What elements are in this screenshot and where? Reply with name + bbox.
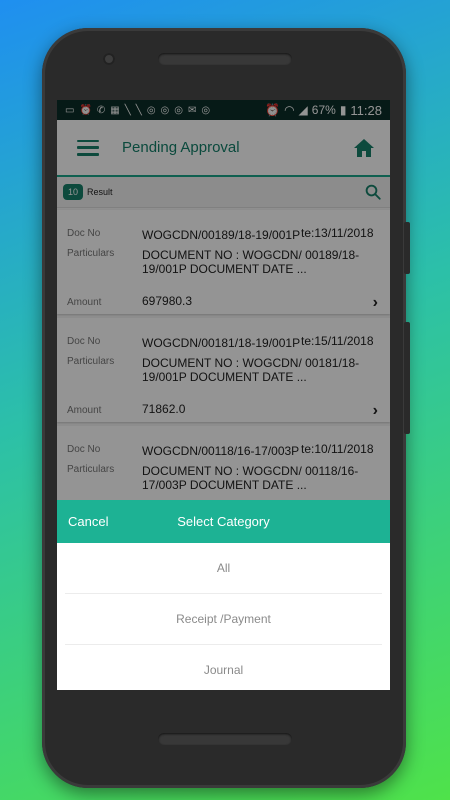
category-sheet: Select Category Cancel All Receipt /Paym… — [57, 500, 390, 690]
cancel-button[interactable]: Cancel — [68, 514, 108, 529]
category-option-all[interactable]: All — [65, 543, 382, 594]
category-option-receipt-payment[interactable]: Receipt /Payment — [65, 594, 382, 645]
bottom-speaker — [158, 733, 292, 745]
category-sheet-header: Select Category Cancel — [57, 500, 390, 543]
front-camera — [103, 53, 115, 65]
volume-button — [404, 322, 410, 434]
category-option-journal[interactable]: Journal — [65, 645, 382, 690]
earpiece-speaker — [158, 53, 292, 65]
power-button — [404, 222, 410, 274]
phone-screen: ▭ ⏰ ✆ ▦ ╲ ╲ ◎ ◎ ◎ ✉ ◎ ⏰ ◠ ◢ 67% ▮ 11:28 … — [57, 100, 390, 690]
